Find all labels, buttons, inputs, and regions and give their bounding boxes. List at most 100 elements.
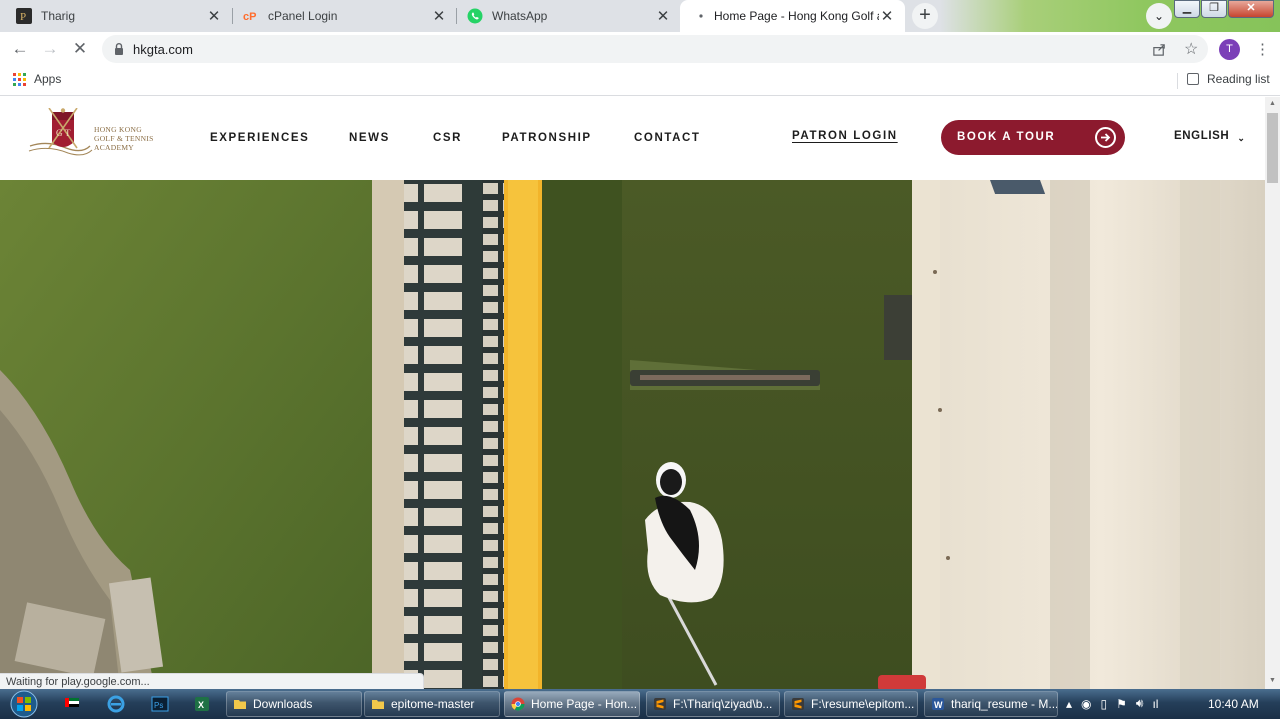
tab-close-icon[interactable]: ✕ — [206, 7, 222, 25]
apps-grid-icon — [13, 72, 26, 86]
chrome-tray-icon[interactable]: ◉ — [1081, 697, 1091, 711]
tab-search-button[interactable]: ⌄ — [1146, 3, 1172, 29]
logo-line-1: HONG KONG — [94, 125, 142, 134]
taskbar-label: F:\Thariq\ziyad\b... — [673, 697, 773, 711]
taskbar-item-sublime-1[interactable]: F:\Thariq\ziyad\b... — [646, 691, 780, 717]
bookmarks-separator — [1177, 73, 1178, 89]
tab-title: Tharig — [41, 9, 76, 23]
apps-label: Apps — [34, 72, 62, 86]
reading-list-button[interactable]: Reading list — [1187, 72, 1270, 86]
new-tab-button[interactable]: + — [912, 3, 938, 29]
taskbar-item-sublime-2[interactable]: F:\resume\epitom... — [784, 691, 918, 717]
network-signal-icon[interactable]: ıl — [1152, 697, 1158, 711]
arrow-right-circle-icon — [1095, 127, 1116, 148]
logo-wordmark: HONG KONG GOLF & TENNIS ACADEMY — [94, 125, 188, 152]
nav-experiences[interactable]: EXPERIENCES — [210, 132, 309, 144]
action-center-flag-icon[interactable]: ⚑ — [1116, 697, 1127, 711]
svg-text:G: G — [56, 128, 63, 138]
maximize-icon[interactable]: ❐ — [1201, 0, 1227, 18]
reading-list-label: Reading list — [1207, 72, 1270, 86]
svg-text:X: X — [198, 700, 204, 710]
tab-cpanel[interactable]: cP cPanel Login ✕ — [227, 0, 457, 32]
tab-close-icon[interactable]: ✕ — [879, 7, 895, 25]
forward-arrow-icon[interactable]: → — [38, 38, 62, 60]
svg-text:P: P — [20, 11, 26, 23]
scroll-up-icon[interactable]: ▲ — [1269, 100, 1276, 107]
tab-whatsapp[interactable]: WhatsApp ✕ — [451, 0, 681, 32]
tab-close-icon[interactable]: ✕ — [431, 7, 447, 25]
svg-text:Ps: Ps — [154, 701, 163, 710]
hero-image — [0, 180, 1265, 689]
svg-text:cP: cP — [243, 11, 256, 23]
tab-close-icon[interactable]: ✕ — [655, 7, 671, 25]
chrome-icon — [511, 697, 525, 711]
hero-golf-aerial-photo — [0, 180, 1265, 689]
device-icon[interactable]: ▯ — [1101, 697, 1108, 711]
whatsapp-favicon — [467, 8, 483, 24]
bookmark-star-icon[interactable]: ☆ — [1184, 39, 1198, 59]
loading-dot-icon — [699, 14, 703, 18]
browser-menu-icon[interactable]: ⋮ — [1255, 40, 1270, 58]
taskbar-item-chrome[interactable]: Home Page - Hon... — [504, 691, 640, 717]
tab-hkgta-active[interactable]: Home Page - Hong Kong Golf an ✕ — [680, 0, 905, 32]
scrollbar-thumb[interactable] — [1267, 113, 1278, 183]
scroll-down-icon[interactable]: ▼ — [1269, 677, 1276, 684]
taskbar-item-downloads[interactable]: Downloads — [226, 691, 362, 717]
flag-app-icon[interactable] — [62, 694, 82, 714]
tab-title: WhatsApp — [492, 9, 548, 23]
book-a-tour-button[interactable]: BOOK A TOUR — [941, 120, 1125, 155]
tab-strip: P Tharig ✕ cP cPanel Login ✕ WhatsApp ✕ … — [0, 0, 1280, 32]
patron-login-link[interactable]: PATRON LOGIN — [792, 130, 898, 142]
taskbar-label: epitome-master — [391, 697, 475, 711]
apps-shortcut[interactable]: Apps — [13, 72, 61, 86]
internet-explorer-icon[interactable] — [106, 694, 126, 714]
nav-csr[interactable]: CSR — [433, 132, 462, 144]
sublime-icon — [792, 698, 804, 710]
folder-icon — [372, 700, 384, 709]
profile-avatar[interactable]: T — [1219, 39, 1240, 60]
photoshop-icon[interactable]: Ps — [150, 694, 170, 714]
language-selector[interactable]: ENGLISH ⌄ — [1174, 130, 1245, 144]
sublime-icon — [654, 698, 666, 710]
logo-line-2: GOLF & TENNIS ACADEMY — [94, 134, 154, 152]
reading-list-icon — [1187, 73, 1199, 85]
folder-icon — [234, 700, 246, 709]
nav-contact[interactable]: CONTACT — [634, 132, 701, 144]
volume-icon[interactable]: 🔊︎ — [1136, 696, 1144, 711]
minimize-icon[interactable]: ▁ — [1174, 0, 1200, 18]
address-bar[interactable]: hkgta.com ☆ — [102, 35, 1208, 63]
taskbar-label: F:\resume\epitom... — [811, 697, 915, 711]
web-page: G T HONG KONG GOLF & TENNIS ACADEMY EXPE… — [0, 97, 1265, 689]
cpanel-favicon: cP — [243, 11, 256, 23]
stop-loading-icon[interactable]: ✕ — [68, 38, 92, 60]
word-icon: W — [932, 698, 944, 710]
tab-title: Home Page - Hong Kong Golf an — [714, 9, 879, 23]
nav-news[interactable]: NEWS — [349, 132, 390, 144]
system-tray: ▴ ◉ ▯ ⚑ 🔊︎ ıl — [1066, 696, 1167, 711]
back-arrow-icon[interactable]: ← — [8, 38, 32, 60]
window-close-icon[interactable]: ✕ — [1228, 0, 1274, 18]
window-controls: ▁ ❐ ✕ — [1173, 0, 1274, 18]
language-label: ENGLISH — [1174, 130, 1230, 142]
page-scrollbar[interactable]: ▲ ▼ — [1265, 97, 1280, 689]
show-hidden-icons-icon[interactable]: ▴ — [1066, 697, 1072, 711]
tab-tharig[interactable]: P Tharig ✕ — [0, 0, 232, 32]
share-icon[interactable] — [1152, 42, 1167, 57]
bookmarks-bar: Apps Reading list — [0, 66, 1280, 96]
svg-text:W: W — [934, 700, 943, 710]
tab-title: cPanel Login — [268, 9, 338, 23]
taskbar-label: thariq_resume - M... — [951, 697, 1058, 711]
taskbar-item-epitome-master[interactable]: epitome-master — [364, 691, 500, 717]
nav-patronship[interactable]: PATRONSHIP — [502, 132, 592, 144]
windows-taskbar: Ps X Downloads epitome-master Home Page … — [0, 689, 1280, 719]
start-orb-icon[interactable] — [5, 689, 43, 719]
book-a-tour-label: BOOK A TOUR — [957, 131, 1056, 143]
svg-text:T: T — [65, 128, 71, 138]
taskbar-item-word[interactable]: W thariq_resume - M... — [924, 691, 1058, 717]
site-header: G T HONG KONG GOLF & TENNIS ACADEMY EXPE… — [0, 97, 1265, 180]
hkgta-logo[interactable]: G T HONG KONG GOLF & TENNIS ACADEMY — [28, 107, 188, 164]
chevron-down-icon: ⌄ — [1237, 133, 1246, 143]
taskbar-clock[interactable]: 10:40 AM — [1208, 697, 1259, 711]
excel-icon[interactable]: X — [192, 694, 212, 714]
browser-toolbar: ← → ✕ hkgta.com ☆ — [0, 32, 1280, 66]
